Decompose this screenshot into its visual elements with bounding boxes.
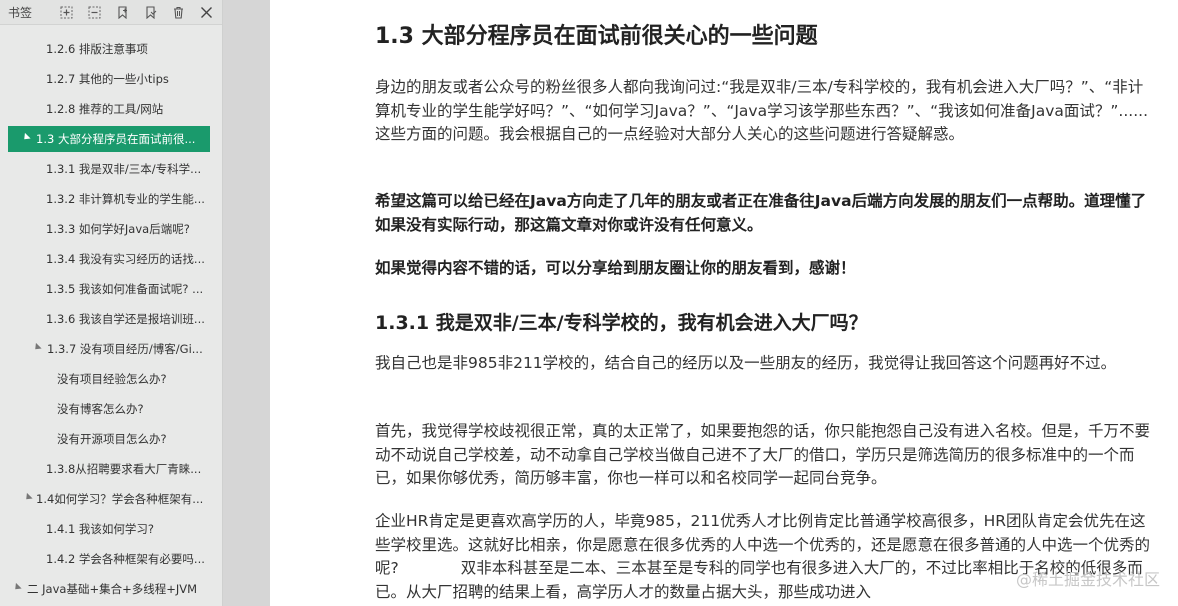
bookmark-item[interactable]: 1.2.7 其他的一些小tips — [0, 64, 222, 94]
bookmark-item[interactable]: 1.2.8 推荐的工具/网站 — [0, 94, 222, 124]
bookmark-item[interactable]: 1.2.6 排版注意事项 — [0, 34, 222, 64]
subsection-heading: 1.3.1 我是双非/三本/专科学校的，我有机会进入大厂吗？ — [375, 312, 868, 334]
bookmark-item[interactable]: 1.3.8从招聘要求看大厂青睐... — [0, 454, 222, 484]
bookmark-item[interactable]: 1.3.5 我该如何准备面试呢? ... — [0, 274, 222, 304]
collapse-all-icon[interactable] — [84, 2, 104, 22]
bookmark-item-selected[interactable]: 1.3 大部分程序员在面试前很... — [8, 126, 210, 152]
bookmark-item[interactable]: 没有开源项目怎么办? — [0, 424, 222, 454]
bookmark-panel: 书签 1.2.6 排版注意事项 1.2.7 其他的一些小tips 1.2.8 推… — [0, 0, 223, 606]
bookmark-item[interactable]: 1.4如何学习？学会各种框架有... — [0, 484, 222, 514]
bookmark-item[interactable]: 1.3.1 我是双非/三本/专科学... — [0, 154, 222, 184]
bookmark-panel-header: 书签 — [0, 0, 222, 25]
paragraph: 首先，我觉得学校歧视很正常，真的太正常了，如果要抱怨的话，你只能抱怨自己没有进入… — [375, 422, 1151, 487]
add-bookmark-icon[interactable] — [112, 2, 132, 22]
close-icon[interactable] — [196, 2, 216, 22]
bookmark-item[interactable]: 没有项目经验怎么办? — [0, 364, 222, 394]
bookmark-toolbar — [56, 2, 216, 22]
section-heading: 1.3 大部分程序员在面试前很关心的一些问题 — [375, 24, 818, 49]
bookmark-item[interactable]: 1.3.7 没有项目经历/博客/Gi... — [0, 334, 222, 364]
bookmark-item[interactable]: 1.4.1 我该如何学习? — [0, 514, 222, 544]
bookmark-item[interactable]: 1.3.4 我没有实习经历的话找... — [0, 244, 222, 274]
document-page: 1.3 大部分程序员在面试前很关心的一些问题 身边的朋友或者公众号的粉丝很多人都… — [270, 0, 1178, 606]
bookmark-option-icon[interactable] — [140, 2, 160, 22]
watermark: @稀土掘金技术社区 — [1015, 570, 1160, 589]
bookmark-panel-title: 书签 — [8, 6, 33, 20]
delete-icon[interactable] — [168, 2, 188, 22]
paragraph: 身边的朋友或者公众号的粉丝很多人都向我询问过:“我是双非/三本/专科学校的，我有… — [375, 78, 1148, 143]
page-gutter — [223, 0, 270, 606]
bookmark-item[interactable]: 1.3.6 我该自学还是报培训班... — [0, 304, 222, 334]
bold-paragraph: 如果觉得内容不错的话，可以分享给到朋友圈让你的朋友看到，感谢！ — [375, 259, 856, 277]
bookmark-item[interactable]: 二 Java基础+集合+多线程+JVM — [0, 574, 222, 604]
bookmark-item[interactable]: 1.3.2 非计算机专业的学生能... — [0, 184, 222, 214]
bold-paragraph: 希望这篇可以给已经在Java方向走了几年的朋友或者正在准备往Java后端方向发展… — [375, 192, 1147, 234]
paragraph: 我自己也是非985非211学校的，结合自己的经历以及一些朋友的经历，我觉得让我回… — [375, 354, 1117, 372]
expand-all-icon[interactable] — [56, 2, 76, 22]
bookmark-item[interactable]: 没有博客怎么办? — [0, 394, 222, 424]
bookmark-list: 1.2.6 排版注意事项 1.2.7 其他的一些小tips 1.2.8 推荐的工… — [0, 34, 222, 604]
bookmark-item[interactable]: 1.4.2 学会各种框架有必要吗... — [0, 544, 222, 574]
bookmark-item[interactable]: 1.3.3 如何学好Java后端呢? — [0, 214, 222, 244]
